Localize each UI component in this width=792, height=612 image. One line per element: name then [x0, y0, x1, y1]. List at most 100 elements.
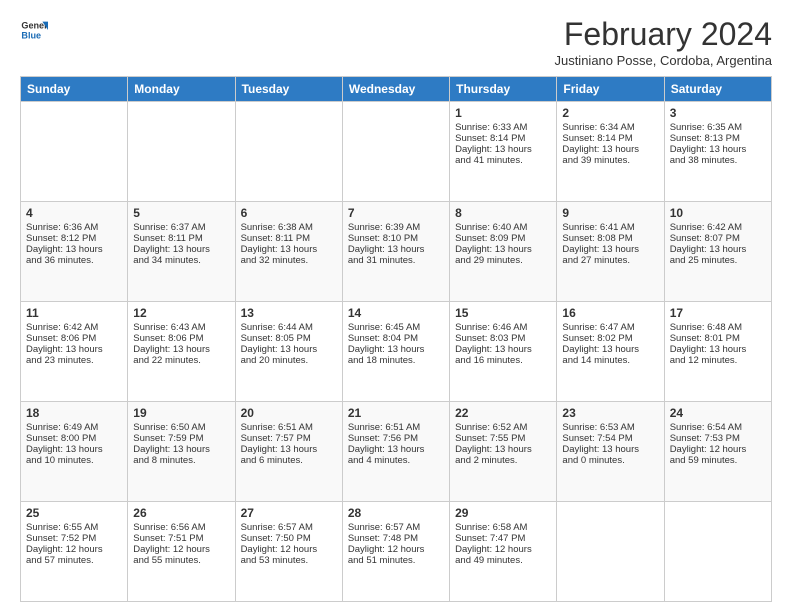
- day-info: and 32 minutes.: [241, 255, 337, 266]
- day-info: Sunrise: 6:56 AM: [133, 522, 229, 533]
- day-number: 22: [455, 406, 551, 420]
- day-info: Sunset: 7:54 PM: [562, 433, 658, 444]
- table-row: 22Sunrise: 6:52 AMSunset: 7:55 PMDayligh…: [450, 402, 557, 502]
- day-number: 24: [670, 406, 766, 420]
- day-number: 29: [455, 506, 551, 520]
- day-info: Daylight: 13 hours: [562, 444, 658, 455]
- day-info: Sunrise: 6:51 AM: [348, 422, 444, 433]
- day-info: and 41 minutes.: [455, 155, 551, 166]
- day-info: Daylight: 12 hours: [26, 544, 122, 555]
- table-row: 15Sunrise: 6:46 AMSunset: 8:03 PMDayligh…: [450, 302, 557, 402]
- day-info: and 49 minutes.: [455, 555, 551, 566]
- table-row: 21Sunrise: 6:51 AMSunset: 7:56 PMDayligh…: [342, 402, 449, 502]
- day-number: 5: [133, 206, 229, 220]
- day-number: 7: [348, 206, 444, 220]
- col-tuesday: Tuesday: [235, 77, 342, 102]
- day-info: Sunrise: 6:47 AM: [562, 322, 658, 333]
- day-info: Daylight: 13 hours: [455, 244, 551, 255]
- day-info: Daylight: 13 hours: [348, 344, 444, 355]
- day-info: Sunset: 8:04 PM: [348, 333, 444, 344]
- calendar-week-row: 25Sunrise: 6:55 AMSunset: 7:52 PMDayligh…: [21, 502, 772, 602]
- day-info: Sunrise: 6:51 AM: [241, 422, 337, 433]
- day-info: and 59 minutes.: [670, 455, 766, 466]
- day-info: Daylight: 13 hours: [241, 444, 337, 455]
- calendar-table: Sunday Monday Tuesday Wednesday Thursday…: [20, 76, 772, 602]
- day-info: Sunset: 8:11 PM: [241, 233, 337, 244]
- day-number: 23: [562, 406, 658, 420]
- day-number: 12: [133, 306, 229, 320]
- day-info: Sunrise: 6:46 AM: [455, 322, 551, 333]
- day-info: Sunrise: 6:34 AM: [562, 122, 658, 133]
- day-number: 28: [348, 506, 444, 520]
- day-info: Sunrise: 6:43 AM: [133, 322, 229, 333]
- table-row: 7Sunrise: 6:39 AMSunset: 8:10 PMDaylight…: [342, 202, 449, 302]
- day-info: Sunset: 7:52 PM: [26, 533, 122, 544]
- calendar-week-row: 1Sunrise: 6:33 AMSunset: 8:14 PMDaylight…: [21, 102, 772, 202]
- day-info: Sunset: 8:06 PM: [133, 333, 229, 344]
- day-info: and 10 minutes.: [26, 455, 122, 466]
- day-info: Daylight: 13 hours: [241, 244, 337, 255]
- day-info: Daylight: 13 hours: [670, 344, 766, 355]
- table-row: [342, 102, 449, 202]
- day-number: 19: [133, 406, 229, 420]
- table-row: 16Sunrise: 6:47 AMSunset: 8:02 PMDayligh…: [557, 302, 664, 402]
- day-number: 25: [26, 506, 122, 520]
- table-row: 14Sunrise: 6:45 AMSunset: 8:04 PMDayligh…: [342, 302, 449, 402]
- svg-text:Blue: Blue: [21, 30, 41, 40]
- day-info: Sunset: 8:01 PM: [670, 333, 766, 344]
- day-info: Sunrise: 6:40 AM: [455, 222, 551, 233]
- day-info: Sunrise: 6:41 AM: [562, 222, 658, 233]
- col-friday: Friday: [557, 77, 664, 102]
- day-info: Sunset: 8:00 PM: [26, 433, 122, 444]
- calendar-week-row: 18Sunrise: 6:49 AMSunset: 8:00 PMDayligh…: [21, 402, 772, 502]
- day-info: Sunrise: 6:52 AM: [455, 422, 551, 433]
- table-row: 10Sunrise: 6:42 AMSunset: 8:07 PMDayligh…: [664, 202, 771, 302]
- day-info: Sunrise: 6:42 AM: [26, 322, 122, 333]
- day-info: and 12 minutes.: [670, 355, 766, 366]
- col-saturday: Saturday: [664, 77, 771, 102]
- day-number: 11: [26, 306, 122, 320]
- day-info: Sunset: 7:56 PM: [348, 433, 444, 444]
- day-info: Sunset: 8:10 PM: [348, 233, 444, 244]
- table-row: 17Sunrise: 6:48 AMSunset: 8:01 PMDayligh…: [664, 302, 771, 402]
- day-info: Sunset: 7:47 PM: [455, 533, 551, 544]
- day-info: Sunrise: 6:50 AM: [133, 422, 229, 433]
- table-row: [557, 502, 664, 602]
- day-info: Daylight: 13 hours: [133, 444, 229, 455]
- day-info: Sunrise: 6:44 AM: [241, 322, 337, 333]
- day-info: Sunset: 8:07 PM: [670, 233, 766, 244]
- day-info: Daylight: 13 hours: [670, 244, 766, 255]
- day-info: and 51 minutes.: [348, 555, 444, 566]
- day-info: and 55 minutes.: [133, 555, 229, 566]
- day-info: and 23 minutes.: [26, 355, 122, 366]
- day-info: Daylight: 12 hours: [348, 544, 444, 555]
- table-row: 20Sunrise: 6:51 AMSunset: 7:57 PMDayligh…: [235, 402, 342, 502]
- location: Justiniano Posse, Cordoba, Argentina: [554, 53, 772, 68]
- day-info: Sunset: 8:14 PM: [562, 133, 658, 144]
- day-info: Sunset: 8:14 PM: [455, 133, 551, 144]
- day-info: Sunrise: 6:37 AM: [133, 222, 229, 233]
- day-info: Daylight: 13 hours: [133, 344, 229, 355]
- day-info: and 8 minutes.: [133, 455, 229, 466]
- logo-icon: General Blue: [20, 16, 48, 44]
- table-row: 1Sunrise: 6:33 AMSunset: 8:14 PMDaylight…: [450, 102, 557, 202]
- logo: General Blue: [20, 16, 48, 44]
- table-row: 5Sunrise: 6:37 AMSunset: 8:11 PMDaylight…: [128, 202, 235, 302]
- day-info: Daylight: 12 hours: [670, 444, 766, 455]
- day-number: 26: [133, 506, 229, 520]
- day-info: Sunset: 8:09 PM: [455, 233, 551, 244]
- table-row: [664, 502, 771, 602]
- day-info: Daylight: 12 hours: [133, 544, 229, 555]
- day-info: Sunset: 7:53 PM: [670, 433, 766, 444]
- day-info: Sunrise: 6:38 AM: [241, 222, 337, 233]
- day-info: and 39 minutes.: [562, 155, 658, 166]
- day-number: 9: [562, 206, 658, 220]
- table-row: 27Sunrise: 6:57 AMSunset: 7:50 PMDayligh…: [235, 502, 342, 602]
- table-row: 19Sunrise: 6:50 AMSunset: 7:59 PMDayligh…: [128, 402, 235, 502]
- day-info: Sunrise: 6:57 AM: [241, 522, 337, 533]
- day-info: Sunset: 7:51 PM: [133, 533, 229, 544]
- day-number: 16: [562, 306, 658, 320]
- header-row: Sunday Monday Tuesday Wednesday Thursday…: [21, 77, 772, 102]
- day-info: Sunset: 7:50 PM: [241, 533, 337, 544]
- col-thursday: Thursday: [450, 77, 557, 102]
